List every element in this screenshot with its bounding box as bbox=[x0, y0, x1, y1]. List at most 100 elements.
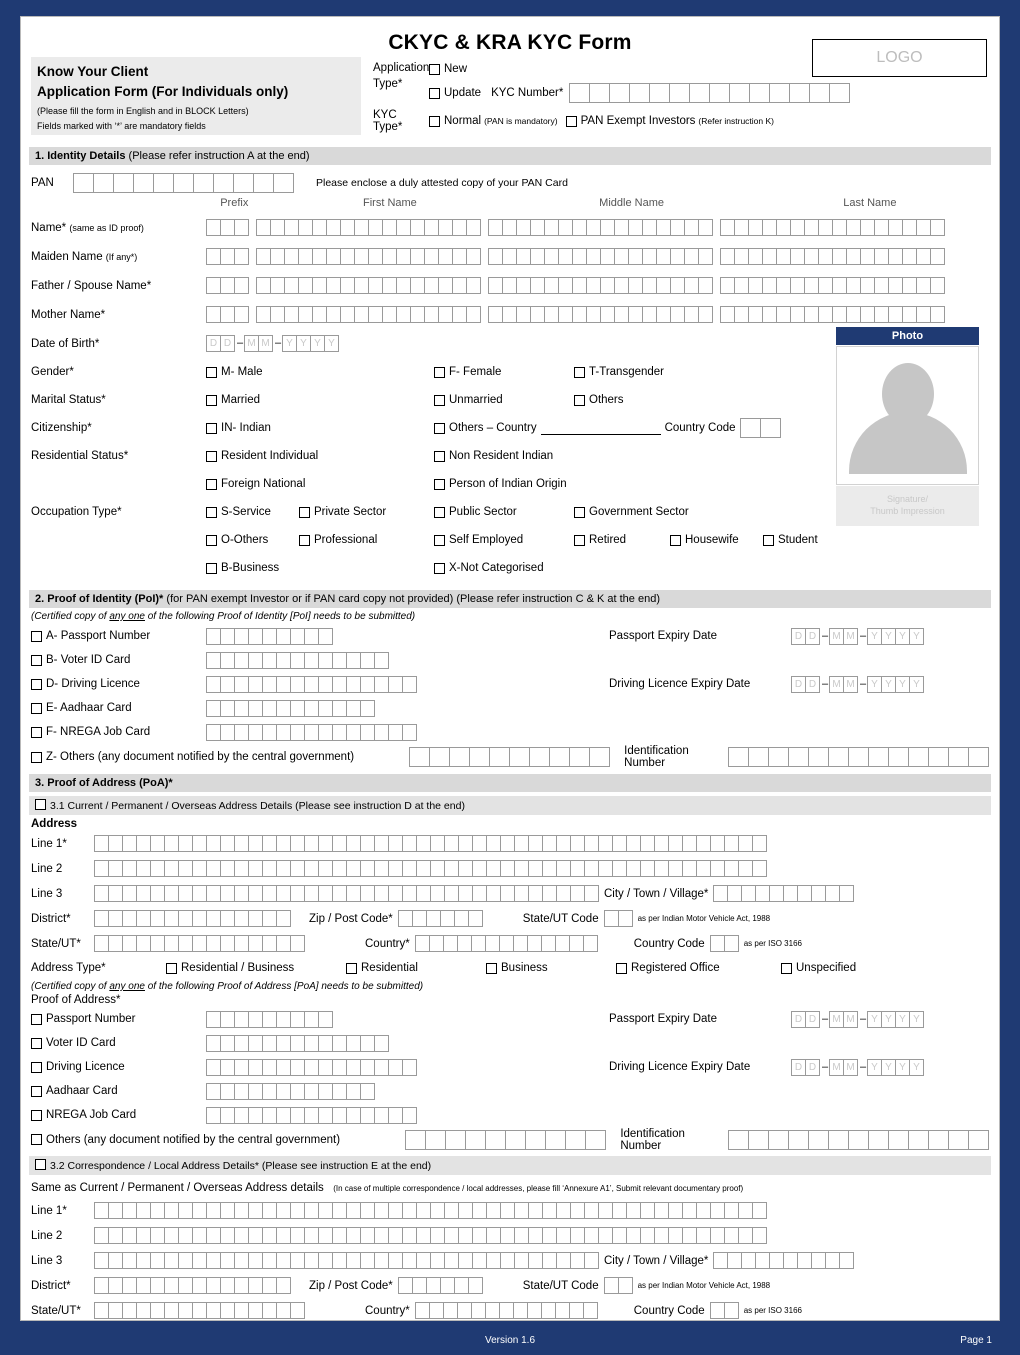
grid-cell[interactable] bbox=[558, 219, 573, 236]
grid-cell[interactable] bbox=[108, 1227, 123, 1244]
grid-cell[interactable] bbox=[410, 306, 425, 323]
grid-cell[interactable] bbox=[304, 1034, 319, 1052]
grid-cell[interactable] bbox=[233, 173, 254, 193]
grid-cell[interactable] bbox=[888, 248, 903, 265]
grid-cell[interactable] bbox=[614, 306, 629, 323]
grid-cell[interactable] bbox=[374, 885, 389, 902]
grid-cell[interactable] bbox=[656, 248, 671, 265]
grid-cell[interactable] bbox=[234, 627, 249, 645]
grid-cell[interactable] bbox=[108, 1277, 123, 1294]
grid-cell[interactable] bbox=[178, 835, 193, 852]
grid-cell[interactable] bbox=[696, 835, 711, 852]
grid-cell[interactable] bbox=[916, 277, 931, 294]
grid-cell[interactable] bbox=[516, 219, 531, 236]
grid-cell[interactable] bbox=[584, 835, 599, 852]
grid-cell[interactable] bbox=[178, 1227, 193, 1244]
grid-cell[interactable] bbox=[318, 860, 333, 877]
citizenship-country-input[interactable] bbox=[540, 422, 661, 435]
grid-cell[interactable] bbox=[164, 1302, 179, 1319]
grid-cell[interactable] bbox=[790, 219, 805, 236]
grid-cell[interactable] bbox=[388, 1252, 403, 1269]
grid-cell[interactable] bbox=[248, 1302, 263, 1319]
grid-cell[interactable] bbox=[804, 277, 819, 294]
grid-cell[interactable] bbox=[682, 1227, 697, 1244]
grid-cell[interactable] bbox=[346, 885, 361, 902]
grid-cell[interactable] bbox=[234, 219, 249, 236]
name-input-group[interactable] bbox=[720, 248, 945, 265]
grid-cell[interactable] bbox=[430, 835, 445, 852]
grid-cell[interactable] bbox=[470, 1302, 486, 1319]
grid-cell[interactable] bbox=[192, 1252, 207, 1269]
date-cell-dd1[interactable]: D bbox=[791, 627, 806, 645]
grid-cell[interactable] bbox=[206, 1227, 221, 1244]
grid-cell[interactable] bbox=[234, 248, 249, 265]
grid-cell[interactable] bbox=[500, 885, 515, 902]
date-cell-yyyy[interactable]: Y bbox=[909, 627, 924, 645]
grid-cell[interactable] bbox=[544, 306, 559, 323]
poi-doc-input-1[interactable] bbox=[206, 651, 389, 669]
grid-cell[interactable] bbox=[206, 1058, 221, 1076]
grid-cell[interactable] bbox=[500, 1227, 515, 1244]
name-input-group[interactable] bbox=[488, 277, 713, 294]
grid-cell[interactable] bbox=[430, 1202, 445, 1219]
grid-cell[interactable] bbox=[346, 675, 361, 693]
grid-cell[interactable] bbox=[73, 173, 94, 193]
grid-cell[interactable] bbox=[928, 1129, 949, 1150]
checkbox-pan-exempt[interactable] bbox=[565, 115, 577, 127]
grid-cell[interactable] bbox=[108, 860, 123, 877]
grid-cell[interactable] bbox=[192, 1302, 207, 1319]
grid-cell[interactable] bbox=[234, 1082, 249, 1100]
grid-cell[interactable] bbox=[916, 248, 931, 265]
grid-cell[interactable] bbox=[248, 1252, 263, 1269]
grid-cell[interactable] bbox=[374, 723, 389, 741]
grid-cell[interactable] bbox=[762, 219, 777, 236]
grid-cell[interactable] bbox=[776, 277, 791, 294]
grid-cell[interactable] bbox=[656, 219, 671, 236]
grid-cell[interactable] bbox=[612, 835, 627, 852]
addr2-district-input[interactable] bbox=[94, 1277, 291, 1294]
date-cell-mm2[interactable]: M bbox=[843, 675, 858, 693]
grid-cell[interactable] bbox=[600, 277, 615, 294]
grid-cell[interactable] bbox=[298, 219, 313, 236]
grid-cell[interactable] bbox=[804, 219, 819, 236]
grid-cell[interactable] bbox=[514, 1202, 529, 1219]
grid-cell[interactable] bbox=[467, 910, 483, 927]
grid-cell[interactable] bbox=[832, 219, 847, 236]
grid-cell[interactable] bbox=[466, 306, 481, 323]
grid-cell[interactable] bbox=[696, 1202, 711, 1219]
grid-cell[interactable] bbox=[332, 675, 347, 693]
grid-cell[interactable] bbox=[234, 1302, 249, 1319]
grid-cell[interactable] bbox=[554, 1302, 570, 1319]
grid-cell[interactable] bbox=[178, 1302, 193, 1319]
addr2-country-code-input[interactable] bbox=[709, 1302, 739, 1319]
name-input-group[interactable] bbox=[206, 219, 249, 236]
grid-cell[interactable] bbox=[458, 860, 473, 877]
grid-cell[interactable] bbox=[290, 675, 305, 693]
grid-cell[interactable] bbox=[598, 860, 613, 877]
grid-cell[interactable] bbox=[640, 835, 655, 852]
grid-cell[interactable] bbox=[262, 835, 277, 852]
grid-cell[interactable] bbox=[438, 248, 453, 265]
grid-cell[interactable] bbox=[860, 248, 875, 265]
grid-cell[interactable] bbox=[397, 1277, 413, 1294]
grid-cell[interactable] bbox=[698, 277, 713, 294]
addr1-country-input[interactable] bbox=[414, 935, 598, 952]
grid-cell[interactable] bbox=[410, 248, 425, 265]
addr1-country-code-input[interactable] bbox=[709, 935, 739, 952]
addr1-state-input[interactable] bbox=[94, 935, 305, 952]
grid-cell[interactable] bbox=[570, 1252, 585, 1269]
grid-cell[interactable] bbox=[374, 1227, 389, 1244]
grid-cell[interactable] bbox=[206, 1082, 221, 1100]
grid-cell[interactable] bbox=[262, 699, 277, 717]
grid-cell[interactable] bbox=[902, 248, 917, 265]
grid-cell[interactable] bbox=[416, 1227, 431, 1244]
grid-cell[interactable] bbox=[220, 1227, 235, 1244]
grid-cell[interactable] bbox=[748, 747, 769, 767]
checkbox-citizenship-others[interactable] bbox=[434, 422, 445, 434]
grid-cell[interactable] bbox=[570, 860, 585, 877]
grid-cell[interactable] bbox=[368, 219, 383, 236]
grid-cell[interactable] bbox=[528, 1252, 543, 1269]
grid-cell[interactable] bbox=[346, 1034, 361, 1052]
grid-cell[interactable] bbox=[728, 747, 749, 767]
grid-cell[interactable] bbox=[213, 173, 234, 193]
